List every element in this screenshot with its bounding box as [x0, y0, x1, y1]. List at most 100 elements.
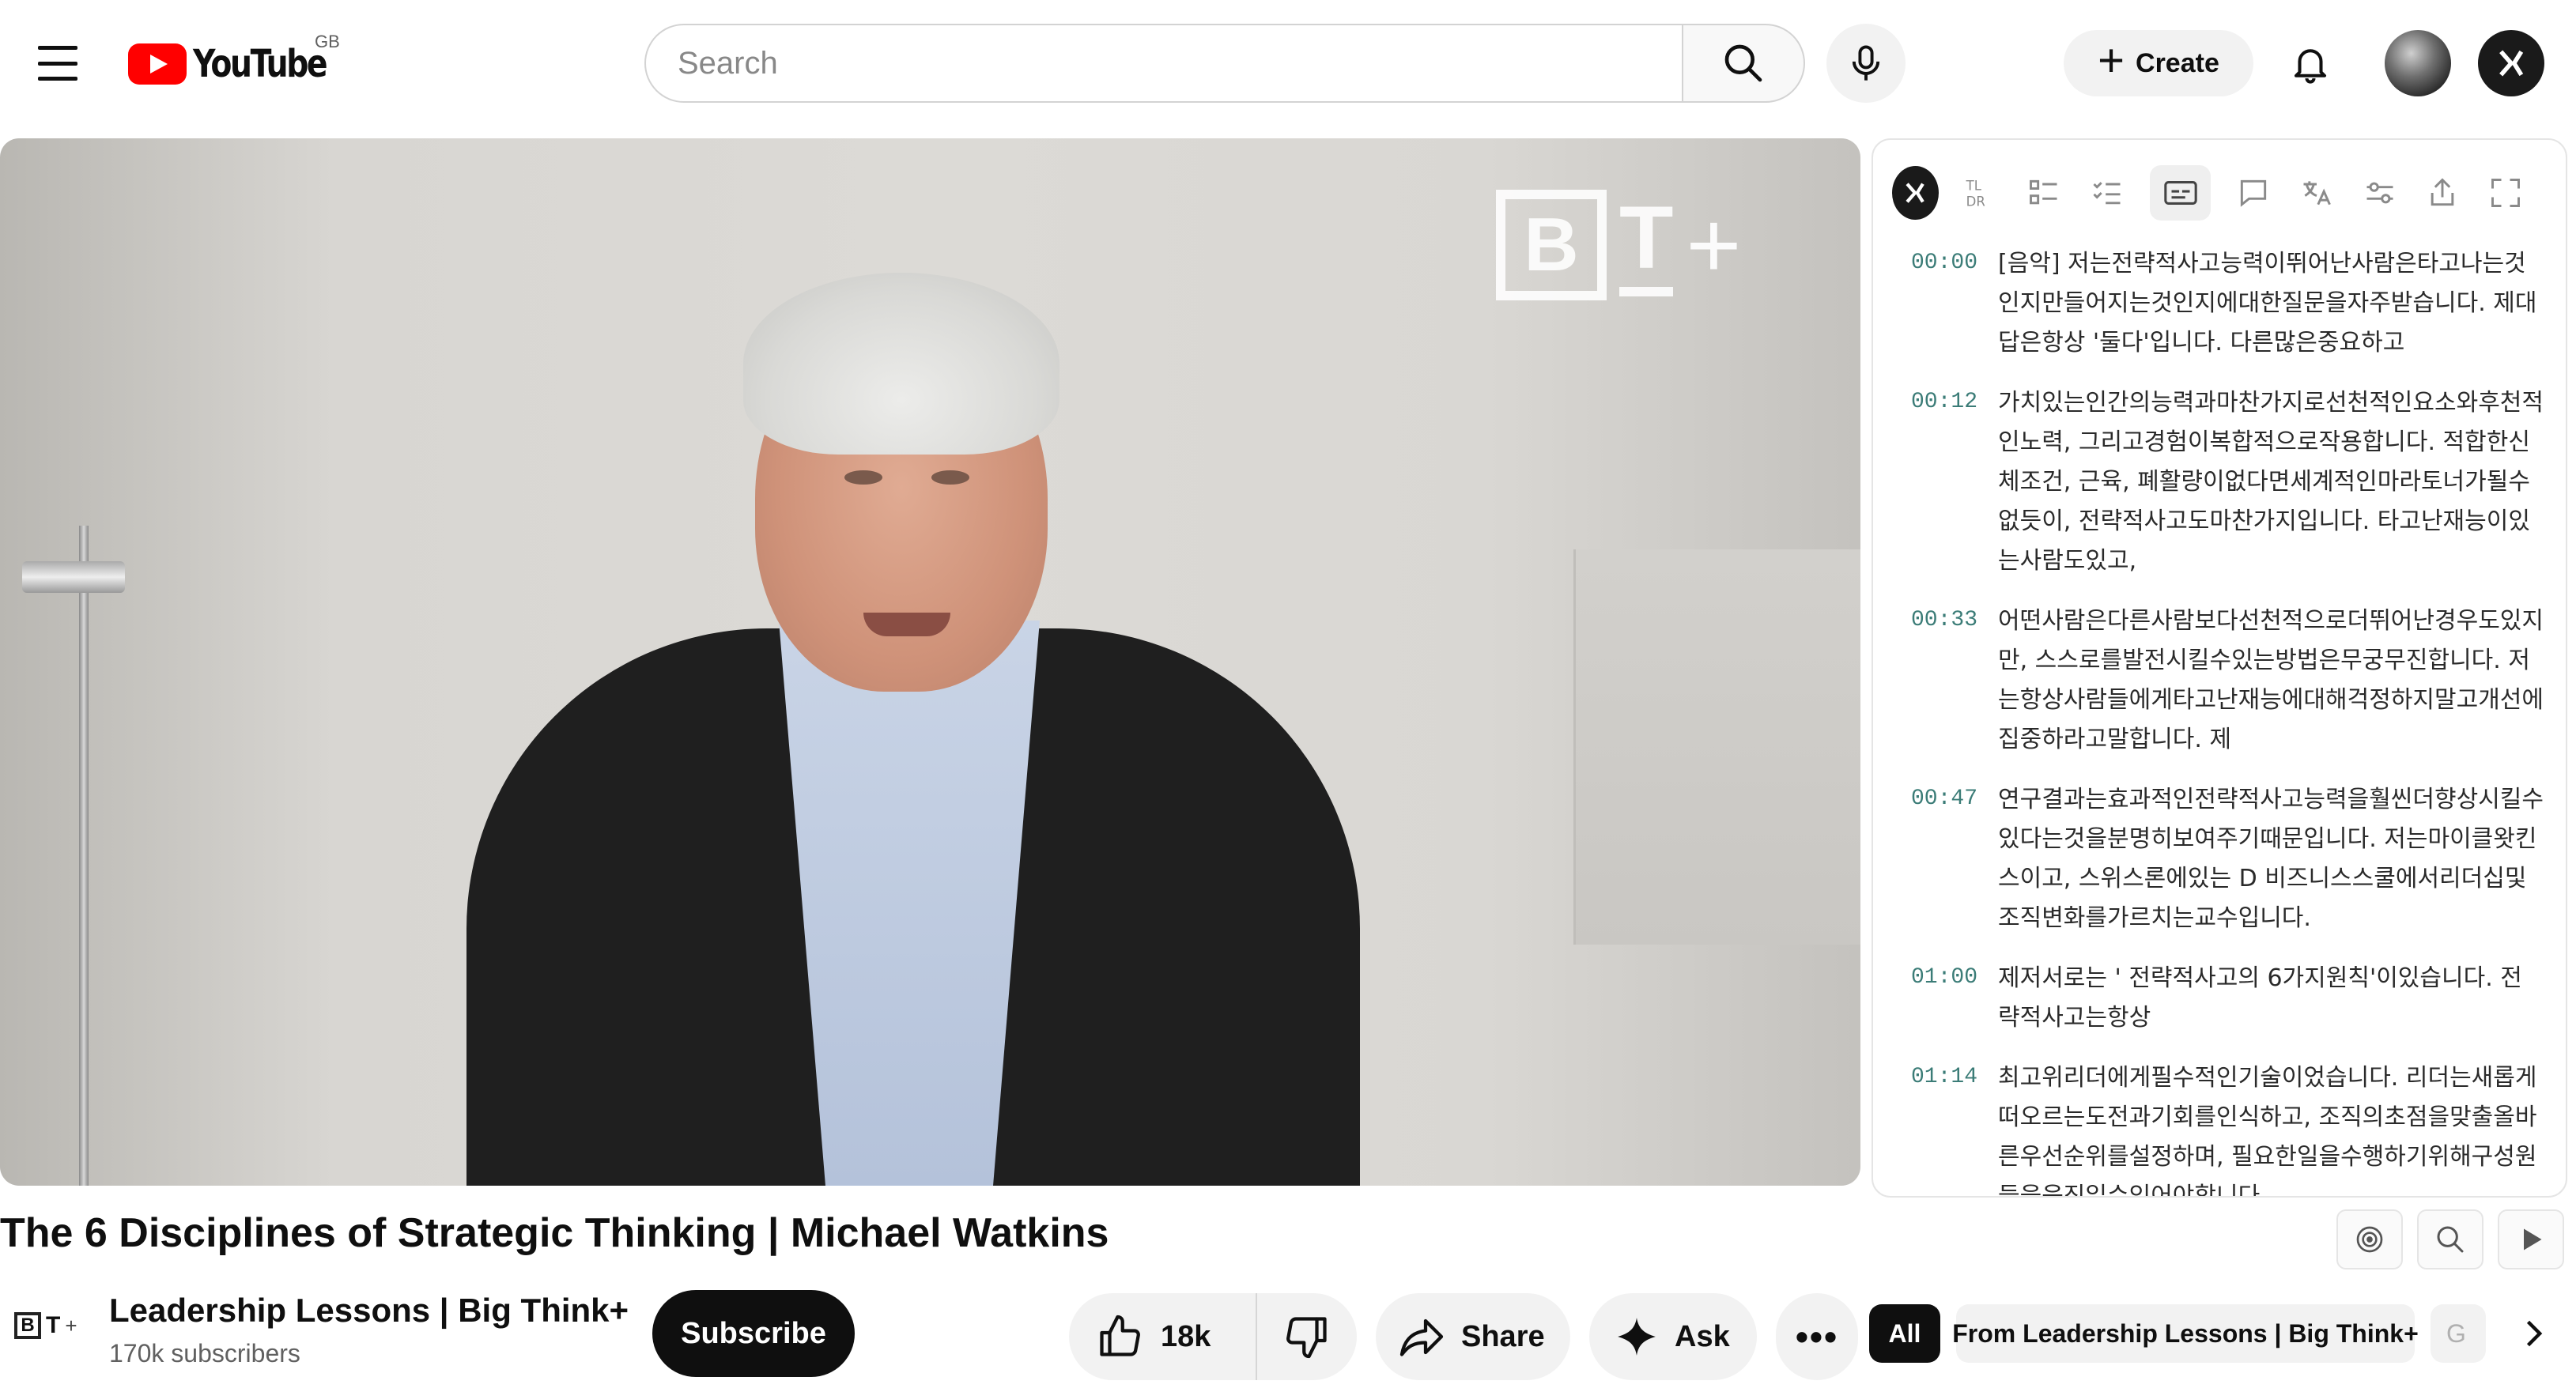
search-input[interactable]: [644, 24, 1682, 103]
transcript-text: 제저서로는 ' 전략적사고의 6가지원칙'이있습니다. 전략적사고는항상: [1998, 964, 2522, 1032]
video-title: The 6 Disciplines of Strategic Thinking …: [0, 1210, 1109, 1256]
chip-next-partial[interactable]: G: [2431, 1304, 2486, 1363]
channel-name-link[interactable]: Leadership Lessons | Big Think+: [109, 1292, 629, 1330]
transcript-text: 가치있는인간의능력과마찬가지로선천적인요소와후천적인노력, 그리고경험이복합적으…: [1998, 389, 2544, 575]
share-arrow-icon: [1399, 1318, 1444, 1356]
like-button[interactable]: 18k: [1069, 1293, 1257, 1380]
comments-button[interactable]: [2233, 169, 2274, 217]
chip-from-channel[interactable]: From Leadership Lessons | Big Think+: [1952, 1304, 2419, 1363]
settings-sliders-button[interactable]: [2359, 169, 2400, 217]
speaker-hair: [743, 273, 1059, 455]
transcript-segment[interactable]: 00:47 연구결과는효과적인전략적사고능력을훨씬더향상시킬수있다는것을분명히보여…: [1911, 780, 2544, 938]
like-count: 18k: [1161, 1319, 1211, 1353]
speaker-eye-right: [931, 470, 969, 485]
checklist-icon: [2093, 182, 2121, 205]
transcript-segment[interactable]: 00:33 어떤사람은다른사람보다선천적으로더뛰어난경우도있지만, 스스로를발전시…: [1911, 602, 2544, 760]
subtitles-icon: [2163, 181, 2197, 205]
create-button[interactable]: + Create: [2064, 30, 2253, 96]
transcript-text: 어떤사람은다른사람보다선천적으로더뛰어난경우도있지만, 스스로를발전시킬수있는방…: [1998, 607, 2544, 753]
channel-logo-b: B: [14, 1312, 41, 1339]
background-wall: [1573, 549, 1860, 945]
fullscreen-icon: [2491, 179, 2521, 207]
share-label: Share: [1461, 1319, 1545, 1353]
share-export-icon: [2431, 178, 2454, 206]
svg-text:DR: DR: [1966, 194, 1985, 209]
transcript-timestamp[interactable]: 00:33: [1911, 602, 1998, 760]
masthead: YouTube GB + Create: [0, 0, 2576, 126]
search-bar: [644, 24, 1805, 103]
transcript-timestamp[interactable]: 00:12: [1911, 383, 1998, 581]
subscribe-button[interactable]: Subscribe: [652, 1290, 855, 1377]
hamburger-menu-icon[interactable]: [38, 46, 77, 81]
transcript-timestamp[interactable]: 01:14: [1911, 1058, 1998, 1196]
channel-avatar[interactable]: B T +: [14, 1312, 77, 1339]
outline-button[interactable]: [2023, 169, 2064, 217]
notification-bell-icon: [2294, 49, 2327, 84]
transcript-segment[interactable]: 00:12 가치있는인간의능력과마찬가지로선천적인요소와후천적인노력, 그리고경험…: [1911, 383, 2544, 581]
search-button[interactable]: [1682, 24, 1805, 103]
outline-icon: [2030, 179, 2057, 205]
more-actions-button[interactable]: •••: [1776, 1293, 1858, 1380]
svg-text:TL: TL: [1966, 178, 1982, 193]
ask-button[interactable]: Ask: [1589, 1293, 1757, 1380]
youtube-play-icon: [128, 43, 187, 85]
thumbs-up-icon: [1100, 1315, 1140, 1356]
account-avatar[interactable]: [2385, 30, 2451, 96]
chevron-right-icon: [2526, 1320, 2543, 1347]
export-button[interactable]: [2423, 169, 2464, 217]
speaker-eye-left: [844, 470, 882, 485]
sliders-icon: [2366, 182, 2393, 204]
search-icon: [2437, 1226, 2464, 1253]
extension-logo-icon: [2499, 50, 2524, 77]
bigthink-plus: +: [1686, 192, 1742, 298]
extension-logo-icon: [1906, 183, 1925, 203]
transcript-timestamp[interactable]: 01:00: [1911, 959, 1998, 1038]
chip-all[interactable]: All: [1869, 1304, 1940, 1363]
play-sync-button[interactable]: [2498, 1209, 2564, 1269]
channel-logo-t: T: [46, 1312, 61, 1338]
chips-next-button[interactable]: [2503, 1304, 2562, 1363]
thumbs-down-icon: [1286, 1317, 1327, 1359]
notifications-button[interactable]: [2277, 30, 2344, 96]
video-player[interactable]: B T +: [0, 138, 1860, 1186]
extension-button[interactable]: [2478, 30, 2544, 96]
transcript-segment[interactable]: 00:00 [음악] 저는전략적사고능력이뛰어난사람은타고나는것인지만들어지는것인…: [1911, 244, 2544, 363]
transcript-segment[interactable]: 01:14 최고위리더에게필수적인기술이었습니다. 리더는새롭게떠오르는도전과기회…: [1911, 1058, 2544, 1198]
expand-button[interactable]: [2485, 169, 2526, 217]
transcript-search-button[interactable]: [2417, 1209, 2483, 1269]
panel-bottom-buttons: [2336, 1209, 2564, 1271]
transcript-panel: TL DR 00:00 [음악] 저는전략적사고능력이뛰어난사람은타고나는것인지만들…: [1872, 138, 2567, 1198]
transcript-list: 00:00 [음악] 저는전략적사고능력이뛰어난사람은타고나는것인지만들어지는것인…: [1911, 244, 2544, 1198]
transcript-text: 최고위리더에게필수적인기술이었습니다. 리더는새롭게떠오르는도전과기회를인식하고…: [1998, 1064, 2537, 1198]
checklist-button[interactable]: [2087, 169, 2128, 217]
plus-icon: +: [2098, 35, 2125, 86]
focus-button[interactable]: [2336, 1209, 2403, 1269]
subscriber-count: 170k subscribers: [109, 1339, 300, 1367]
target-icon: [2356, 1226, 2383, 1253]
transcript-text: 연구결과는효과적인전략적사고능력을훨씬더향상시킬수있다는것을분명히보여주기때문입…: [1998, 786, 2544, 932]
tldr-icon: TLDR: [1966, 178, 1985, 209]
bigthink-t: T: [1619, 194, 1674, 296]
search-icon: [1724, 44, 1762, 82]
tldr-button[interactable]: TL DR: [1961, 169, 2002, 217]
translate-button[interactable]: [2296, 169, 2337, 217]
dislike-button[interactable]: [1257, 1313, 1357, 1360]
transcript-timestamp[interactable]: 00:00: [1911, 244, 1998, 363]
bigthink-b-box: B: [1496, 190, 1607, 300]
speaker-mouth: [863, 613, 950, 636]
share-button[interactable]: Share: [1376, 1293, 1570, 1380]
panel-toolbar: TL DR: [1892, 154, 2548, 232]
logo-text: YouTube: [193, 42, 328, 86]
voice-search-button[interactable]: [1826, 24, 1906, 103]
extension-home-button[interactable]: [1892, 166, 1939, 220]
country-code: GB: [315, 32, 340, 51]
sparkle-icon: [1618, 1318, 1656, 1356]
transcript-tab-button[interactable]: [2149, 165, 2212, 221]
transcript-segment[interactable]: 01:00 제저서로는 ' 전략적사고의 6가지원칙'이있습니다. 전략적사고는항…: [1911, 959, 2544, 1038]
microphone-icon: [1852, 45, 1880, 81]
comment-icon: [2241, 179, 2267, 207]
translate-icon: [2303, 181, 2331, 206]
transcript-text: [음악] 저는전략적사고능력이뛰어난사람은타고나는것인지만들어지는것인지에대한질…: [1998, 250, 2537, 356]
transcript-timestamp[interactable]: 00:47: [1911, 780, 1998, 938]
play-icon: [2524, 1228, 2542, 1251]
